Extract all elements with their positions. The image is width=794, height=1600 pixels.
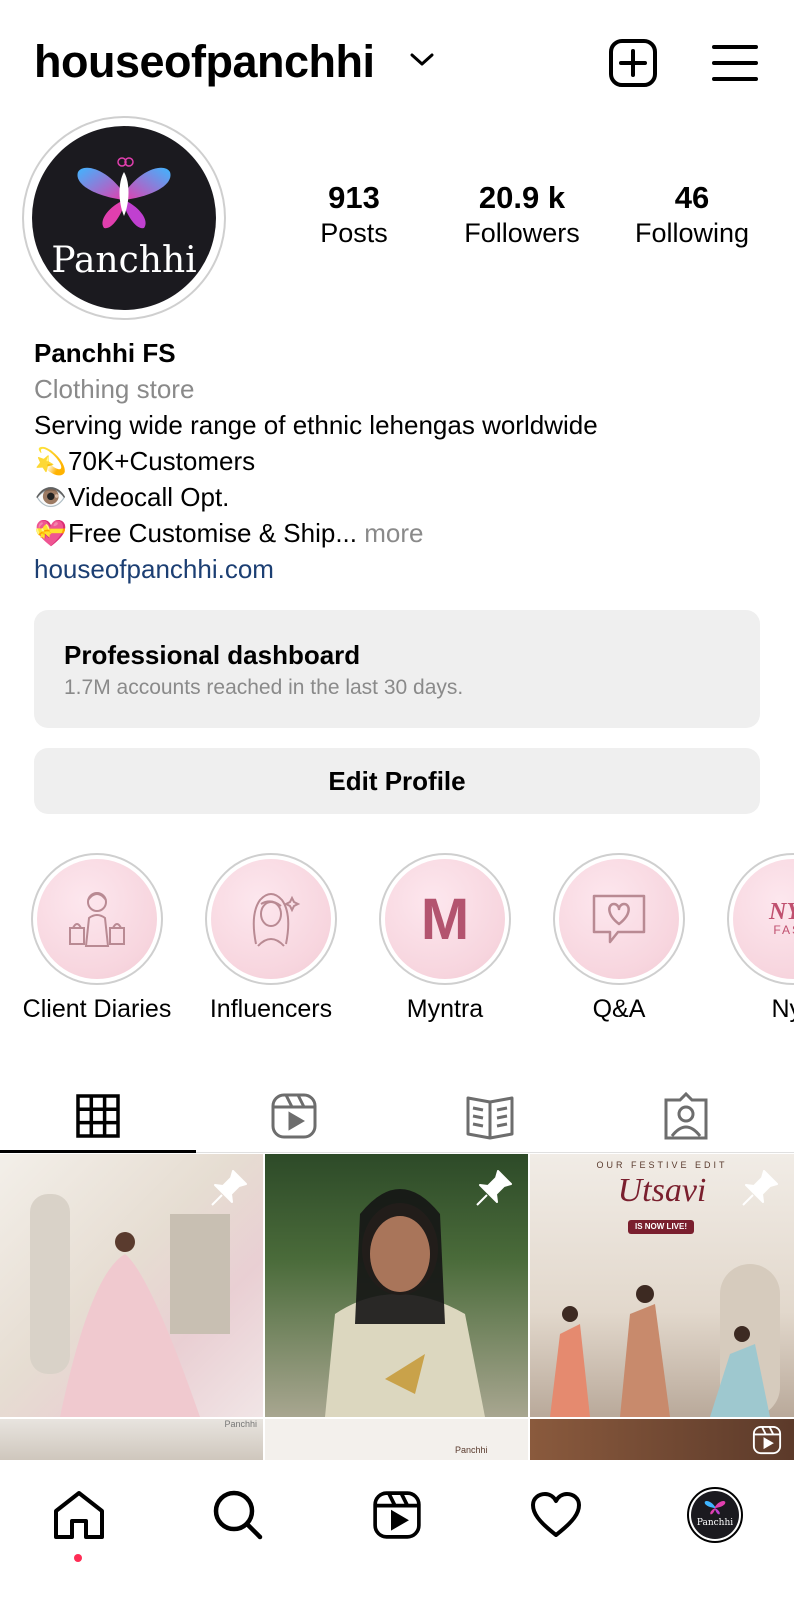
chevron-down-icon[interactable]	[410, 52, 434, 73]
tab-guides[interactable]	[392, 1080, 588, 1152]
edit-profile-button[interactable]: Edit Profile	[34, 748, 760, 814]
website-link[interactable]: houseofpanchhi.com	[34, 551, 274, 587]
heart-chat-icon	[592, 894, 646, 944]
professional-dashboard-card[interactable]: Professional dashboard 1.7M accounts rea…	[34, 610, 760, 728]
post-tile[interactable]: OUR FESTIVE EDIT Utsavi IS NOW LIVE!	[530, 1154, 794, 1417]
post-watermark: Panchhi	[224, 1419, 257, 1429]
display-name: Panchhi FS	[34, 338, 176, 368]
post-image	[550, 1264, 780, 1417]
highlight-label: Influencers	[209, 995, 333, 1023]
bio-line-2: 💫70K+Customers	[34, 443, 255, 479]
nykaa-logo-sub: FASH	[773, 923, 794, 937]
username-title[interactable]: houseofpanchhi	[34, 36, 375, 88]
following-count[interactable]: 46 Following	[620, 180, 764, 250]
profile-avatar[interactable]: Panchhi	[22, 116, 226, 320]
post-tile[interactable]: Panchhi	[265, 1419, 528, 1460]
following-label: Following	[634, 218, 750, 248]
plus-square-icon	[609, 39, 657, 87]
tab-grid[interactable]	[0, 1080, 196, 1152]
gift-heart-emoji-icon: 💝	[34, 518, 68, 548]
shopping-woman-icon	[69, 892, 125, 947]
bio-line-4: 💝Free Customise & Ship... more	[34, 515, 424, 551]
nav-reels[interactable]	[362, 1480, 432, 1550]
bio-line-3: 👁️Videocall Opt.	[34, 479, 230, 515]
pin-icon	[742, 1170, 778, 1206]
highlight-label: Client Diaries	[22, 995, 172, 1023]
profile-nav-avatar: Panchhi	[687, 1487, 743, 1543]
butterfly-logo-icon	[704, 1500, 726, 1515]
highlight-qa[interactable]: Q&A	[532, 853, 706, 1024]
pin-icon	[476, 1170, 512, 1206]
more-link[interactable]: more	[364, 518, 423, 548]
reels-icon	[271, 1093, 317, 1139]
nav-profile[interactable]: Panchhi	[680, 1480, 750, 1550]
pin-icon	[211, 1170, 247, 1206]
tagged-person-icon	[664, 1092, 708, 1140]
bio-line-4-text: Free Customise & Ship...	[68, 518, 357, 548]
reel-badge-icon	[752, 1425, 782, 1455]
category-label: Clothing store	[34, 374, 195, 404]
posts-label: Posts	[320, 218, 388, 248]
tab-reels[interactable]	[196, 1080, 392, 1152]
profile-nav-wordmark: Panchhi	[696, 1518, 734, 1528]
myntra-logo: M	[420, 886, 470, 952]
bio-line-3-text: Videocall Opt.	[68, 482, 230, 512]
bottom-navigation: Panchhi	[0, 1460, 794, 1600]
nav-activity[interactable]	[521, 1480, 591, 1550]
highlight-myntra[interactable]: M Myntra	[358, 853, 532, 1024]
post-tile[interactable]	[530, 1419, 794, 1460]
notification-dot	[74, 1554, 82, 1562]
post-tile[interactable]	[0, 1154, 263, 1417]
butterfly-logo-icon	[77, 157, 171, 229]
nav-search[interactable]	[203, 1480, 273, 1550]
following-value: 46	[674, 180, 710, 215]
hamburger-icon	[712, 45, 758, 81]
tab-tagged[interactable]	[588, 1080, 784, 1152]
bio-line-1: Serving wide range of ethnic lehengas wo…	[34, 410, 598, 440]
guide-book-icon	[466, 1096, 514, 1140]
avatar-wordmark: Panchhi	[51, 240, 197, 281]
highlight-label: Nyk	[771, 995, 794, 1023]
highlight-client-diaries[interactable]: Client Diaries	[10, 853, 184, 1024]
reels-icon	[373, 1491, 421, 1539]
post-watermark: Panchhi	[455, 1445, 488, 1455]
nykaa-logo: NYK	[769, 899, 794, 925]
search-icon	[213, 1490, 263, 1540]
posts-count[interactable]: 913 Posts	[294, 180, 414, 250]
posts-value: 913	[328, 180, 380, 215]
highlight-label: Myntra	[406, 995, 484, 1023]
followers-value: 20.9 k	[478, 180, 566, 215]
home-icon	[54, 1491, 104, 1539]
bio-line-2-text: 70K+Customers	[68, 446, 256, 476]
highlight-nykaa[interactable]: NYK FASH Nyk	[706, 853, 794, 1024]
create-post-button[interactable]	[608, 38, 658, 88]
menu-button[interactable]	[710, 38, 760, 88]
followers-label: Followers	[464, 218, 580, 248]
grid-icon	[76, 1094, 120, 1138]
highlight-influencers[interactable]: Influencers	[184, 853, 358, 1024]
followers-count[interactable]: 20.9 k Followers	[446, 180, 598, 250]
post-badge: IS NOW LIVE!	[628, 1220, 694, 1234]
dizzy-emoji-icon: 💫	[34, 446, 68, 476]
dashboard-title: Professional dashboard	[64, 640, 361, 670]
highlight-label: Q&A	[592, 995, 646, 1023]
woman-portrait-icon	[252, 893, 301, 947]
eye-emoji-icon: 👁️	[34, 482, 68, 512]
dashboard-subtitle: 1.7M accounts reached in the last 30 day…	[64, 676, 464, 699]
active-tab-indicator	[0, 1150, 196, 1153]
post-tile[interactable]: Panchhi	[0, 1419, 263, 1460]
nav-home[interactable]	[44, 1480, 114, 1550]
heart-icon	[531, 1492, 581, 1537]
post-tile[interactable]	[265, 1154, 528, 1417]
